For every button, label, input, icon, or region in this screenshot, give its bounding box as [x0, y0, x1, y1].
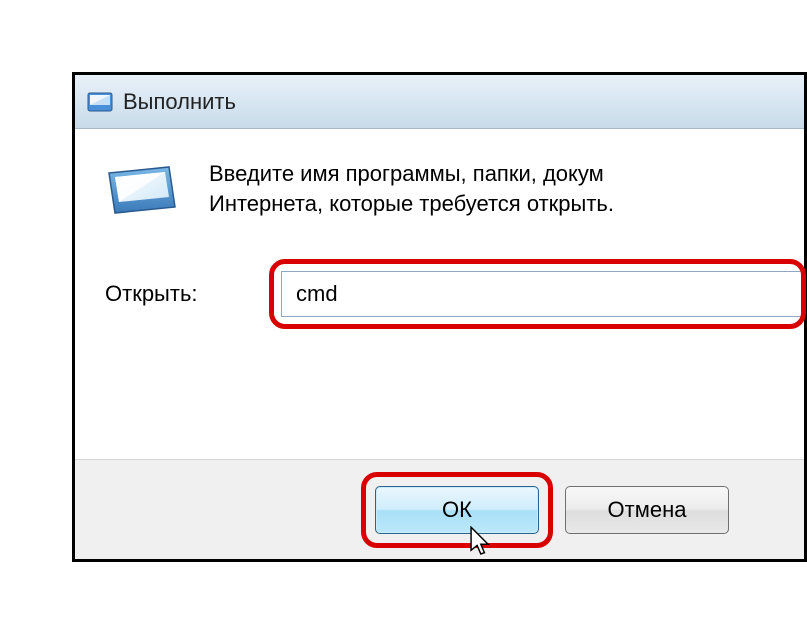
run-icon	[103, 163, 181, 223]
ok-button[interactable]: ОК	[375, 486, 539, 534]
dialog-content: Введите имя программы, папки, докум Инте…	[75, 129, 804, 459]
run-icon	[87, 91, 113, 113]
dialog-title: Выполнить	[123, 89, 236, 115]
run-dialog: Выполнить	[75, 75, 804, 559]
cancel-button[interactable]: Отмена	[565, 486, 729, 534]
titlebar[interactable]: Выполнить	[75, 75, 804, 129]
open-input[interactable]	[281, 271, 804, 317]
open-label: Открыть:	[103, 281, 253, 307]
description-text: Введите имя программы, папки, докум Инте…	[209, 157, 614, 223]
button-bar: ОК Отмена	[75, 459, 804, 559]
